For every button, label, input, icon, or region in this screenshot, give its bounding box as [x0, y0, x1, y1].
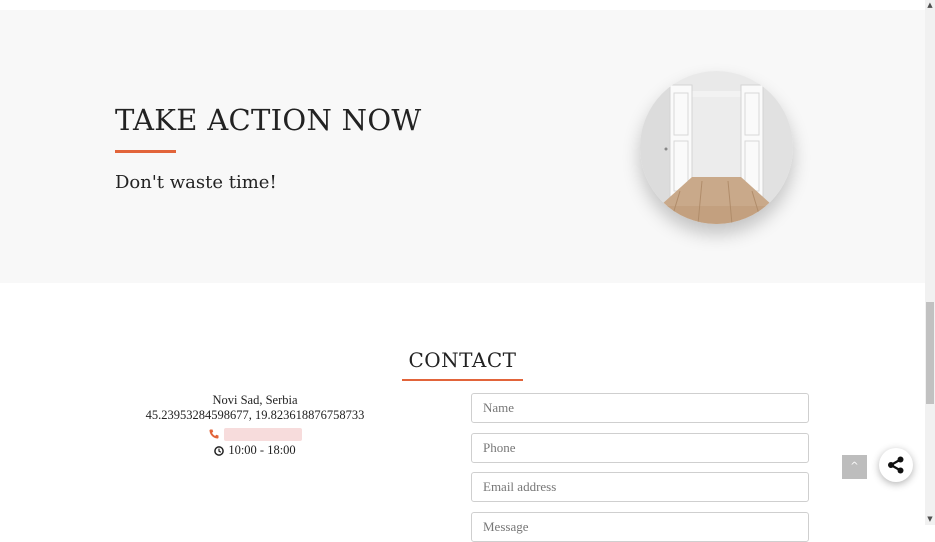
page-scrollbar[interactable]: ▲ ▼ — [925, 0, 935, 525]
hero-accent-bar — [115, 150, 176, 153]
contact-phone[interactable] — [130, 426, 380, 442]
top-strip — [0, 0, 925, 10]
back-to-top-button[interactable]: ^ — [842, 455, 867, 479]
clock-icon — [214, 445, 225, 456]
scroll-down-arrow-icon[interactable]: ▼ — [925, 515, 935, 523]
name-input[interactable] — [471, 393, 809, 423]
scrollbar-thumb[interactable] — [926, 302, 934, 404]
scroll-up-arrow-icon[interactable]: ▲ — [925, 1, 935, 9]
hero-title: TAKE ACTION NOW — [115, 103, 422, 137]
contact-accent-bar — [402, 379, 523, 381]
hero-photo — [640, 71, 793, 224]
message-input[interactable] — [471, 512, 809, 542]
contact-hours-text: 10:00 - 18:00 — [228, 443, 296, 457]
phone-number-redacted — [223, 427, 302, 441]
email-input[interactable] — [471, 472, 809, 502]
contact-title: CONTACT — [408, 348, 517, 372]
contact-city: Novi Sad, Serbia — [212, 393, 298, 407]
share-button[interactable] — [879, 448, 913, 482]
share-icon — [888, 456, 904, 474]
contact-hours: 10:00 - 18:00 — [130, 443, 380, 458]
phone-icon — [208, 428, 220, 440]
contact-coordinates: 45.23953284598677, 19.823618876758733 — [145, 408, 365, 422]
hero-subtitle: Don't waste time! — [115, 172, 277, 193]
phone-input[interactable] — [471, 433, 809, 463]
